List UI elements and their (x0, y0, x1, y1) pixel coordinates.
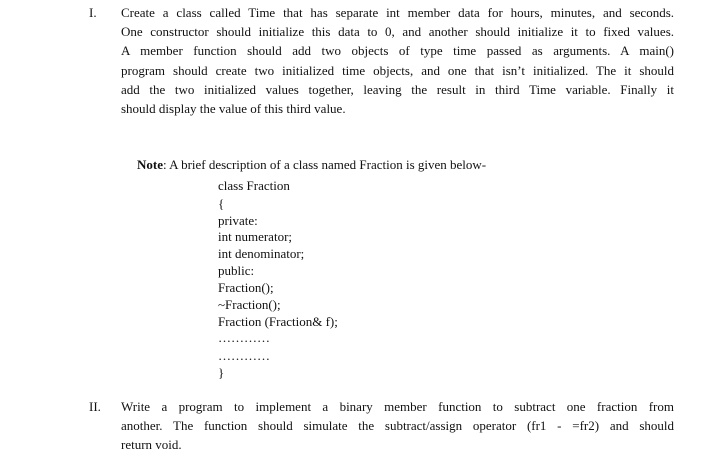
question-1-line: should display the value of this third v… (121, 101, 346, 117)
question-1-line: add the two initialized values together,… (121, 81, 674, 97)
question-2-text: Write a program to implement a binary me… (121, 397, 674, 455)
code-line: } (218, 365, 225, 380)
question-2-line: return void. (121, 437, 182, 453)
code-line: ………… (218, 330, 270, 345)
code-line: class Fraction (218, 178, 290, 193)
question-2-line: another. The function should simulate th… (121, 418, 674, 434)
code-line: public: (218, 263, 255, 278)
question-1-line: Create a class called Time that has sepa… (121, 5, 674, 20)
note-line: Note: A brief description of a class nam… (137, 157, 486, 173)
question-1-line: program should create two initialized ti… (121, 62, 674, 78)
question-1-line: A member function should add two objects… (121, 43, 674, 59)
code-line: int denominator; (218, 246, 305, 261)
code-line: Fraction (Fraction& f); (218, 314, 338, 329)
question-2-line: Write a program to implement a binary me… (121, 399, 674, 414)
code-line: ~Fraction(); (218, 297, 281, 312)
question-1-numeral: I. (89, 5, 97, 20)
code-line: Fraction(); (218, 280, 274, 295)
question-1-line: One constructor should initialize this d… (121, 24, 674, 40)
code-line: int numerator; (218, 229, 293, 244)
note-label: Note (137, 157, 163, 172)
question-2-numeral: II. (89, 399, 101, 414)
note-text: : A brief description of a class named F… (163, 157, 487, 172)
code-line: { (218, 196, 225, 211)
code-line: private: (218, 213, 258, 228)
question-1-text: Create a class called Time that has sepa… (121, 3, 674, 118)
code-line: ………… (218, 348, 270, 363)
